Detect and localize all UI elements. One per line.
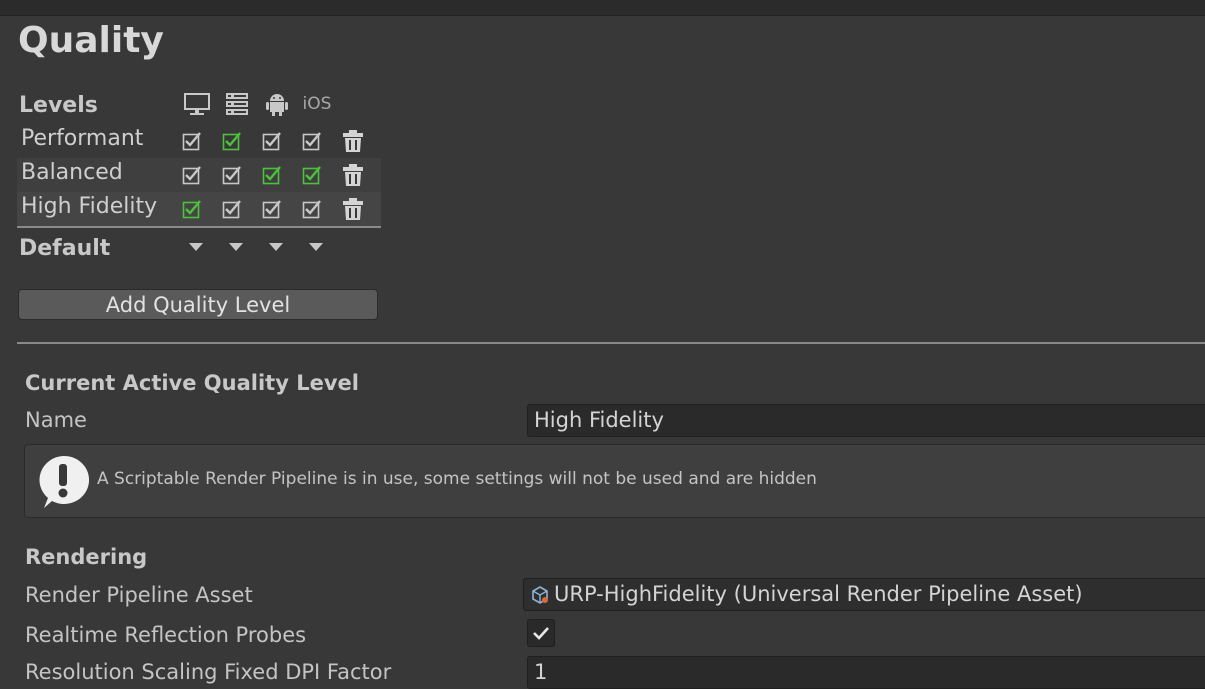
help-text: A Scriptable Render Pipeline is in use, … xyxy=(97,469,817,489)
default-dropdown-ios[interactable] xyxy=(309,243,323,251)
platform-checkbox-android[interactable] xyxy=(262,131,282,151)
quality-row-performant[interactable]: Performant xyxy=(17,124,381,158)
page-title: Quality xyxy=(18,20,164,61)
default-dropdown-server[interactable] xyxy=(229,243,243,251)
divider xyxy=(17,342,1205,344)
quality-row-balanced[interactable]: Balanced xyxy=(17,158,381,192)
default-label: Default xyxy=(19,236,111,261)
platform-checkbox-android[interactable] xyxy=(262,199,282,219)
quality-row-high-fidelity[interactable]: High Fidelity xyxy=(17,192,381,228)
render-pipeline-field[interactable]: URP-HighFidelity (Universal Render Pipel… xyxy=(523,578,1205,611)
render-pipeline-value: URP-HighFidelity (Universal Render Pipel… xyxy=(554,582,1083,606)
platform-checkbox-ios[interactable] xyxy=(302,199,322,219)
platform-checkbox-standalone[interactable] xyxy=(182,131,202,151)
pipeline-asset-icon xyxy=(532,586,548,604)
delete-level-trash-icon[interactable] xyxy=(342,163,364,187)
delete-level-trash-icon[interactable] xyxy=(342,197,364,221)
name-label: Name xyxy=(25,408,87,432)
render-pipeline-label: Render Pipeline Asset xyxy=(25,583,253,607)
top-bar xyxy=(0,0,1205,16)
info-icon xyxy=(39,455,90,508)
default-dropdown-standalone[interactable] xyxy=(189,243,203,251)
ios-label: iOS xyxy=(302,94,332,114)
quality-level-name: High Fidelity xyxy=(21,194,158,219)
name-field[interactable]: High Fidelity xyxy=(527,404,1205,437)
dpi-factor-field[interactable]: 1 xyxy=(527,656,1205,689)
add-quality-level-button[interactable]: Add Quality Level xyxy=(18,289,378,320)
reflection-probes-label: Realtime Reflection Probes xyxy=(25,623,307,647)
platform-checkbox-ios[interactable] xyxy=(302,165,322,185)
help-box: A Scriptable Render Pipeline is in use, … xyxy=(24,444,1205,518)
default-dropdown-android[interactable] xyxy=(269,243,283,251)
ios-icon: iOS xyxy=(302,91,332,117)
platform-checkbox-ios[interactable] xyxy=(302,131,322,151)
check-icon xyxy=(533,627,549,640)
rendering-header: Rendering xyxy=(25,545,148,569)
current-level-header: Current Active Quality Level xyxy=(25,371,359,395)
quality-level-name: Balanced xyxy=(21,160,123,185)
dpi-factor-label: Resolution Scaling Fixed DPI Factor xyxy=(25,660,392,684)
platform-checkbox-standalone[interactable] xyxy=(182,165,202,185)
levels-header: Levels xyxy=(19,93,98,118)
platform-checkbox-server[interactable] xyxy=(222,199,242,219)
platform-checkbox-server[interactable] xyxy=(222,165,242,185)
reflection-probes-checkbox[interactable] xyxy=(527,619,555,647)
platform-checkbox-standalone[interactable] xyxy=(182,199,202,219)
android-icon xyxy=(262,91,292,117)
server-icon xyxy=(222,91,252,117)
platform-checkbox-server[interactable] xyxy=(222,131,242,151)
quality-level-name: Performant xyxy=(21,126,144,151)
monitor-icon xyxy=(182,91,212,117)
platform-checkbox-android[interactable] xyxy=(262,165,282,185)
delete-level-trash-icon[interactable] xyxy=(342,129,364,153)
